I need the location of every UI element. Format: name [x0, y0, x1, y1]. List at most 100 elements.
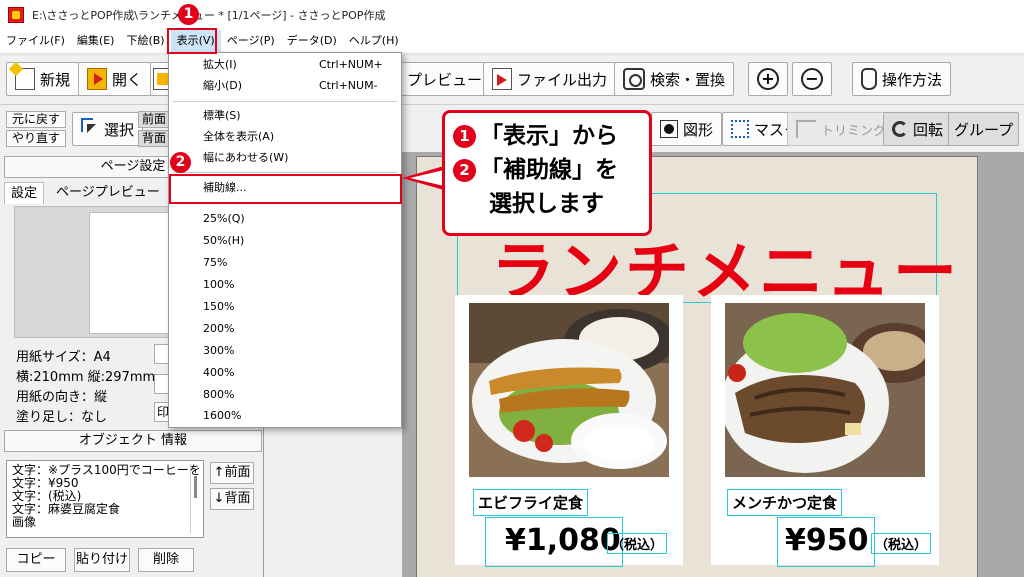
dish-price[interactable]: ¥950 — [785, 523, 869, 558]
paste-button[interactable]: 貼り付け — [74, 548, 130, 572]
title-bar: E:\ささっとPOP作成\ランチメニュー * [1/1ページ] - ささっとPO… — [0, 0, 1024, 30]
zoom-in-button[interactable]: + — [748, 62, 788, 96]
trim-icon — [796, 120, 816, 138]
menu-separator — [173, 172, 397, 173]
front-button[interactable]: 前面 — [138, 111, 170, 128]
list-item[interactable]: 文字：麻婆豆腐定食 — [12, 503, 198, 516]
mask-icon — [731, 120, 749, 138]
menu-help[interactable]: ヘルプ(H) — [343, 30, 405, 52]
menu-zoom-150[interactable]: 150% — [169, 297, 401, 317]
tab-page-preview[interactable]: ページプレビュー — [50, 182, 166, 204]
search-icon — [623, 68, 645, 90]
menu-zoom-200[interactable]: 200% — [169, 319, 401, 339]
group-button[interactable]: グループ — [948, 112, 1020, 146]
shape-button[interactable]: 図形 — [651, 112, 723, 146]
trim-button[interactable]: トリミング — [787, 112, 896, 146]
send-back-button[interactable]: ↓背面 — [210, 488, 254, 510]
callout-text-1: 「表示」から — [480, 123, 618, 149]
menu-zoom-out[interactable]: 縮小(D) Ctrl+NUM- — [169, 76, 401, 96]
tax-label[interactable]: （税込） — [871, 533, 932, 554]
menu-page[interactable]: ページ(P) — [221, 30, 281, 52]
menu-fit-all[interactable]: 全体を表示(A) — [169, 127, 401, 147]
menu-item-label: 100% — [203, 278, 235, 291]
menu-zoom-300[interactable]: 300% — [169, 341, 401, 361]
menu-fit-width[interactable]: 幅にあわせる(W) — [169, 148, 401, 168]
dish-name[interactable]: メンチかつ定食 — [727, 489, 843, 516]
menu-zoom-400[interactable]: 400% — [169, 363, 401, 383]
menu-item-label: 25%(Q) — [203, 212, 245, 225]
page-thumbnail[interactable] — [89, 212, 173, 334]
highlight-guide-item — [169, 174, 402, 204]
menu-standard[interactable]: 標準(S) — [169, 106, 401, 126]
delete-button[interactable]: 削除 — [138, 548, 194, 572]
hand-pointer-icon — [861, 68, 877, 90]
select-button[interactable]: 選択 — [72, 112, 144, 146]
open-label: 開く — [112, 70, 143, 89]
step2-badge: 2 — [170, 152, 191, 173]
redo-button[interactable]: やり直す — [6, 130, 66, 147]
menu-item-label: 標準(S) — [203, 109, 241, 122]
shape-label: 図形 — [683, 120, 714, 139]
rotate-button[interactable]: 回転 — [883, 112, 953, 146]
paper-dimensions: 横:210mm 縦:297mm — [16, 370, 156, 385]
object-info-header[interactable]: オブジェクト 情報 — [4, 430, 262, 452]
undo-button[interactable]: 元に戻す — [6, 111, 66, 128]
food-photo[interactable] — [725, 303, 925, 477]
menu-item-label: 縮小(D) — [203, 79, 243, 92]
menu-item-label: 400% — [203, 366, 235, 379]
rotate-icon — [892, 121, 908, 137]
new-button[interactable]: 新規 — [6, 62, 80, 96]
menu-item-label: 200% — [203, 322, 235, 335]
preview-button[interactable]: プレビュー — [398, 62, 492, 96]
menu-file[interactable]: ファイル(F) — [0, 30, 71, 52]
window-title: E:\ささっとPOP作成\ランチメニュー * [1/1ページ] - ささっとPO… — [32, 9, 386, 22]
menu-sketch[interactable]: 下絵(B) — [120, 30, 170, 52]
dish-name[interactable]: エビフライ定食 — [473, 489, 589, 516]
food-card[interactable]: エビフライ定食 ¥1,080 （税込） — [455, 295, 683, 567]
select-label: 選択 — [104, 120, 135, 139]
print-button[interactable] — [150, 62, 173, 96]
menu-item-label: 全体を表示(A) — [203, 130, 275, 143]
dish-price[interactable]: ¥1,080 — [505, 523, 621, 558]
bring-front-button[interactable]: ↑前面 — [210, 462, 254, 484]
menu-zoom-25[interactable]: 25%(Q) — [169, 209, 401, 229]
food-card[interactable]: メンチかつ定食 ¥950 （税込） — [711, 295, 939, 567]
paper-orientation: 用紙の向き：縦 — [16, 390, 108, 405]
menu-data[interactable]: データ(D) — [281, 30, 343, 52]
tab-settings[interactable]: 設定 — [4, 182, 45, 204]
zoom-out-button[interactable]: − — [792, 62, 832, 96]
copy-button[interactable]: コピー — [6, 548, 66, 572]
menu-zoom-100[interactable]: 100% — [169, 275, 401, 295]
instruction-callout: 1 「表示」から 2 「補助線」を 選択します — [442, 110, 652, 236]
menu-zoom-800[interactable]: 800% — [169, 385, 401, 405]
ebi-fry-photo — [469, 303, 669, 477]
food-photo[interactable] — [469, 303, 669, 477]
rotate-label: 回転 — [913, 120, 944, 139]
bleed-setting: 塗り足し：なし — [16, 410, 108, 425]
search-replace-button[interactable]: 検索・置換 — [614, 62, 735, 96]
back-button[interactable]: 背面 — [138, 130, 170, 147]
export-button[interactable]: ファイル出力 — [483, 62, 617, 96]
menchi-katsu-photo — [725, 303, 925, 477]
zoom-in-icon: + — [757, 68, 779, 90]
menu-edit[interactable]: 編集(E) — [71, 30, 121, 52]
export-file-icon — [492, 68, 512, 90]
list-item[interactable]: 画像 — [12, 516, 198, 529]
open-button[interactable]: 開く — [78, 62, 152, 96]
howto-button[interactable]: 操作方法 — [852, 62, 952, 96]
menu-zoom-in[interactable]: 拡大(I) Ctrl+NUM+ — [169, 55, 401, 75]
menu-zoom-50[interactable]: 50%(H) — [169, 231, 401, 251]
menu-item-shortcut: Ctrl+NUM+ — [319, 58, 383, 71]
object-list[interactable]: 文字：※プラス100円でコーヒーを 文字：¥950 文字：(税込) 文字：麻婆豆… — [6, 460, 204, 538]
menu-zoom-75[interactable]: 75% — [169, 253, 401, 273]
menu-separator — [173, 101, 397, 102]
menu-item-label: 幅にあわせる(W) — [203, 151, 289, 164]
object-list-scrollbar[interactable] — [190, 464, 200, 534]
tax-label[interactable]: （税込） — [607, 533, 668, 554]
menu-bar: ファイル(F) 編集(E) 下絵(B) 表示(V) ページ(P) データ(D) … — [0, 30, 1024, 52]
view-menu-dropdown: 拡大(I) Ctrl+NUM+ 縮小(D) Ctrl+NUM- 標準(S) 全体… — [168, 52, 402, 428]
menu-zoom-1600[interactable]: 1600% — [169, 406, 401, 426]
app-window: E:\ささっとPOP作成\ランチメニュー * [1/1ページ] - ささっとPO… — [0, 0, 1024, 577]
callout-line-1: 1 「表示」から — [453, 119, 641, 153]
trim-label: トリミング — [821, 123, 887, 139]
